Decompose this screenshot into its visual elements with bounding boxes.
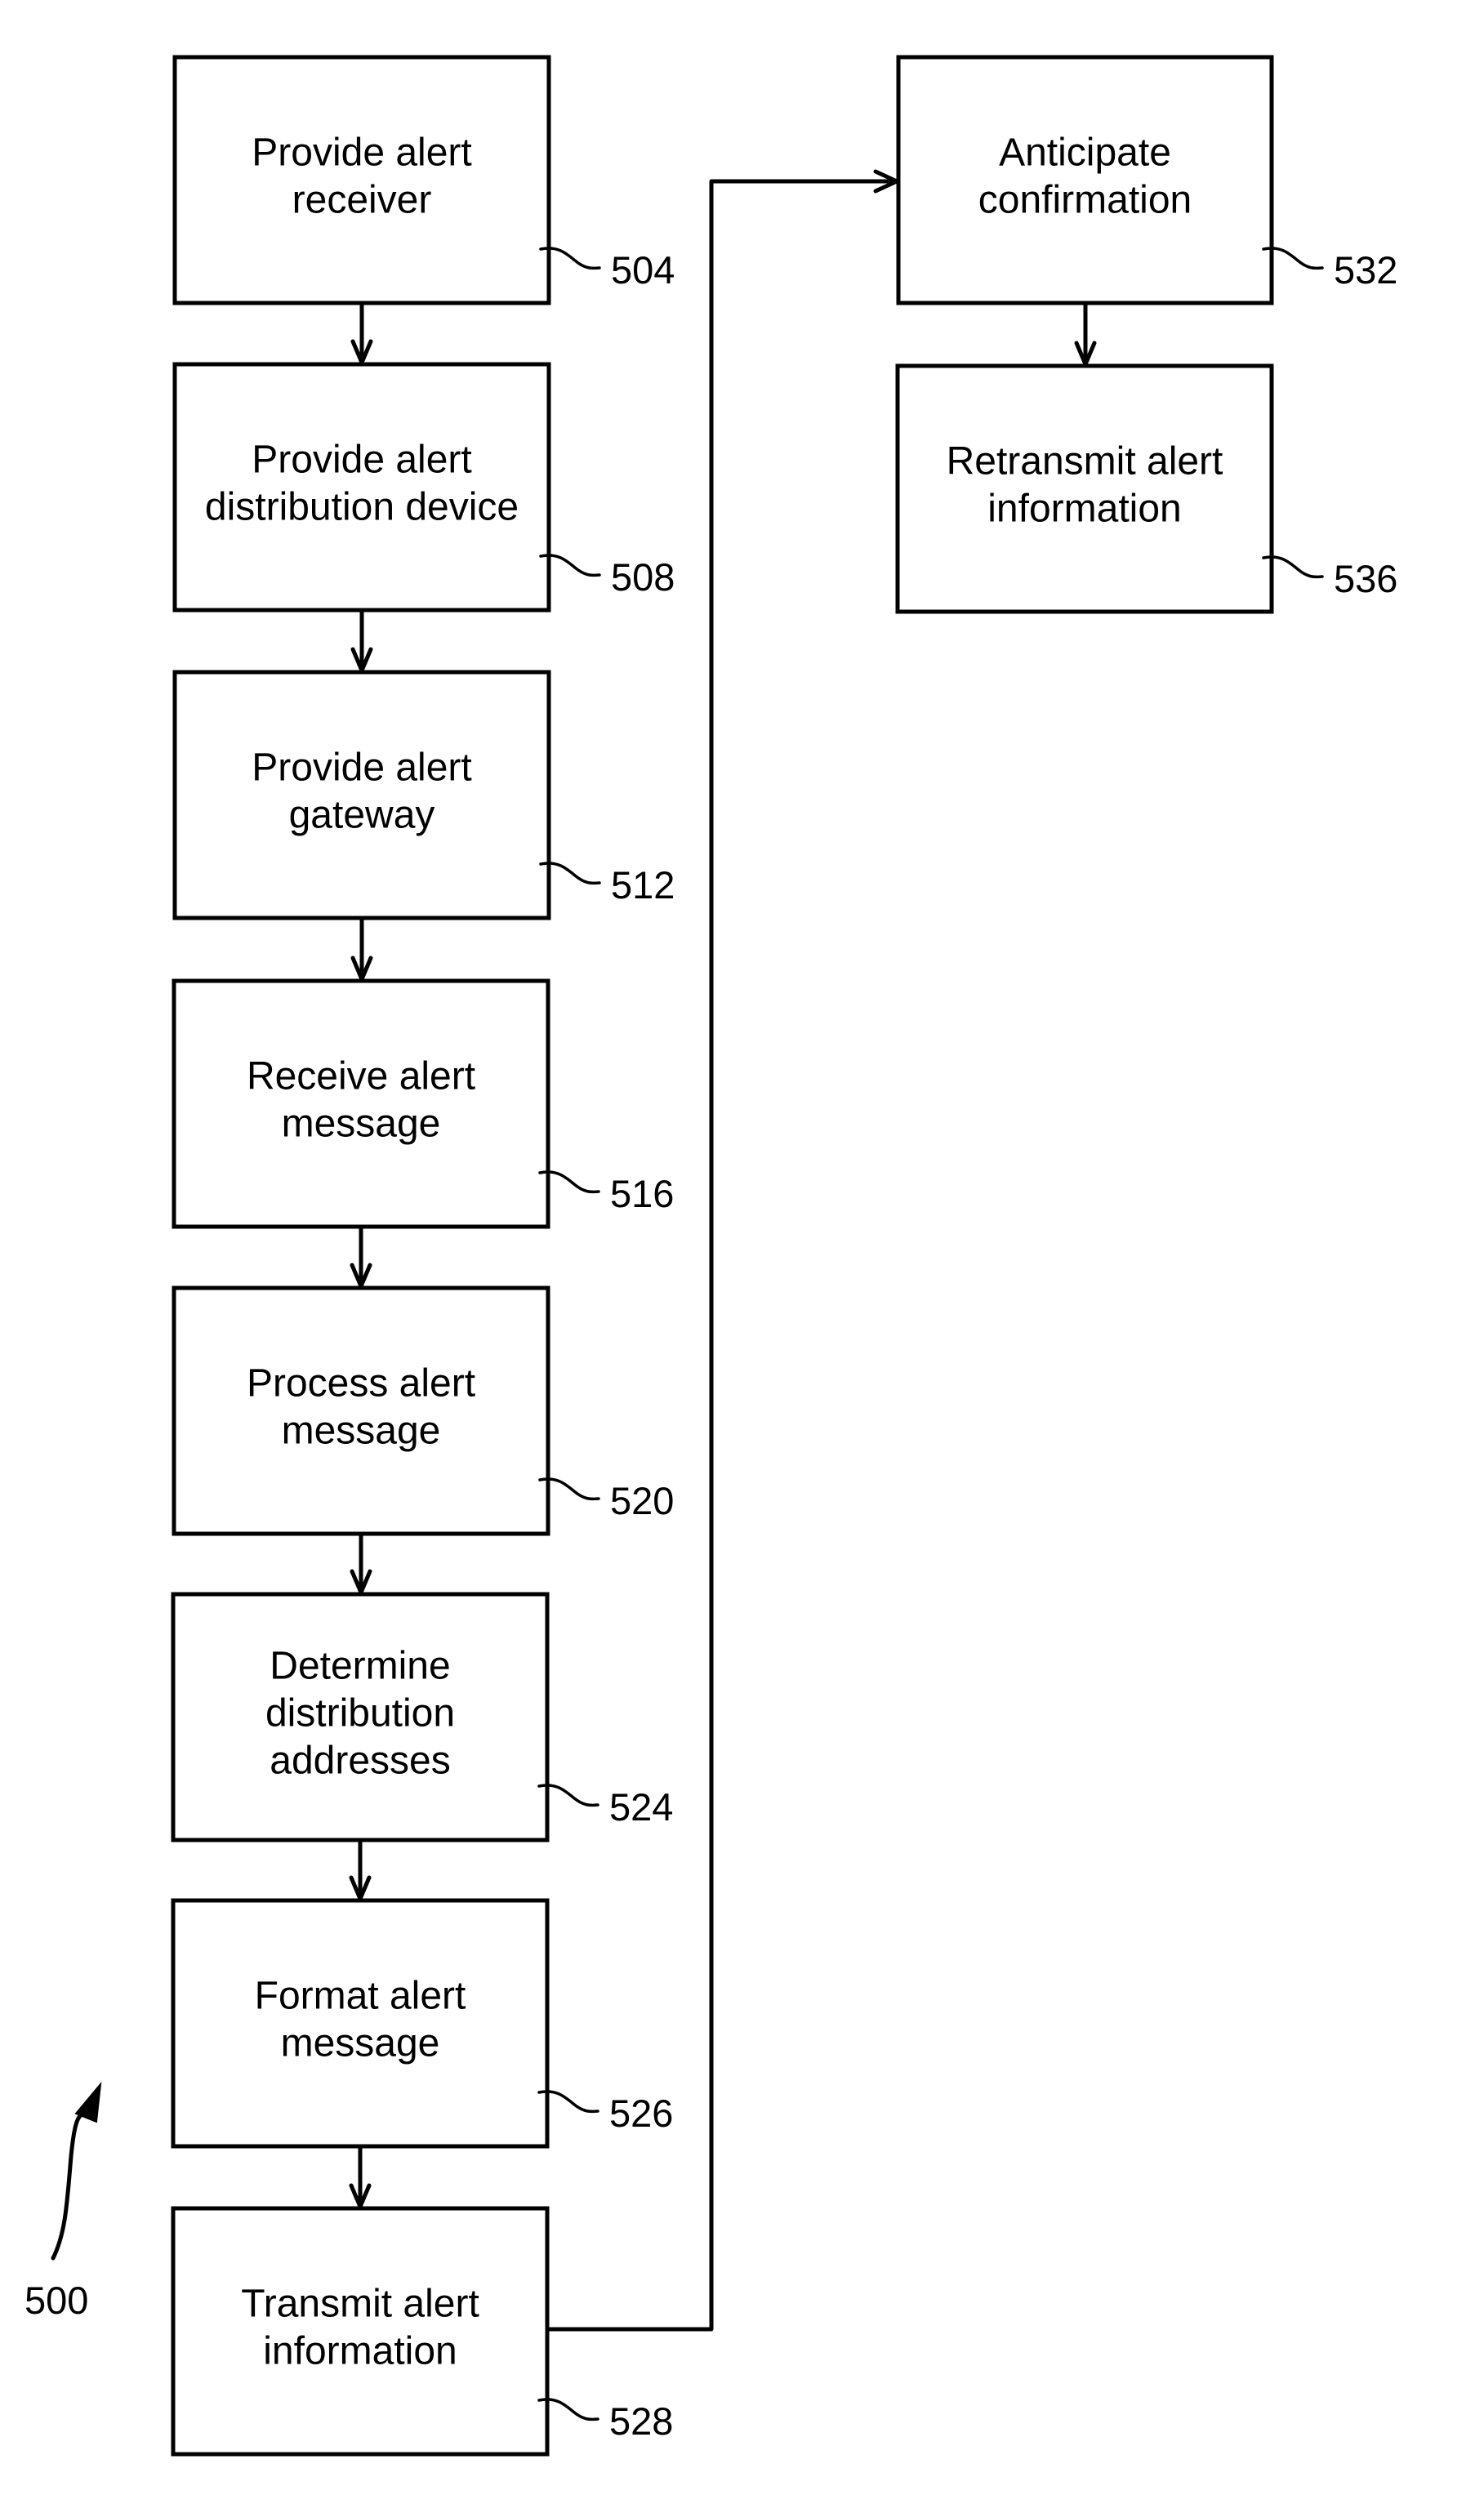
step-reference-number: 516 — [610, 1172, 674, 1215]
step-box-536: Retransmit alert information 536 — [895, 363, 1397, 614]
step-reference-number: 536 — [1334, 557, 1397, 600]
boxes-layer: Provide alertreceiver504Provide alertdis… — [171, 55, 1397, 2457]
step-box-524: Determinedistribution addresses 524 — [171, 1592, 673, 1842]
step-text-line: Transmit alert — [241, 2283, 479, 2326]
step-text-line: Anticipate — [999, 131, 1171, 175]
step-box-532: Anticipateconfirmation 532 — [896, 55, 1397, 305]
step-reference-number: 532 — [1334, 248, 1397, 292]
step-text-line: Provide alert — [252, 746, 471, 790]
step-text-line: Provide alert — [252, 439, 471, 482]
figure-reference-label: 500 — [25, 2279, 88, 2322]
step-text-line: Provide alert — [252, 131, 471, 175]
step-text-line: distribution — [265, 1692, 455, 1735]
edge-516-to-520 — [350, 1226, 372, 1292]
step-text-line: gateway — [289, 794, 435, 837]
step-reference-number: 526 — [609, 2092, 673, 2135]
edge-526-to-528 — [349, 2145, 372, 2212]
step-box-516: Receive alert message 516 — [172, 978, 674, 1229]
step-text-line: Determine — [270, 1645, 450, 1688]
step-box-520: Process alertmessage 520 — [172, 1285, 674, 1536]
step-text-line: information — [987, 488, 1181, 531]
edge-512-to-516 — [350, 917, 373, 985]
step-box-508: Provide alertdistribution device 508 — [172, 362, 675, 613]
figure-reference: 500 — [25, 2081, 102, 2322]
step-reference-number: 508 — [611, 555, 675, 599]
step-text-line: Process alert — [247, 1362, 475, 1406]
step-text-line: Retransmit alert — [947, 440, 1223, 483]
figure-reference-arrow — [51, 2111, 91, 2261]
edge-532-to-536 — [1074, 302, 1097, 370]
step-box-504: Provide alertreceiver 504 — [172, 55, 675, 305]
step-text-line: Format alert — [255, 1975, 466, 2018]
step-reference-number: 512 — [611, 863, 675, 907]
step-text-line: confirmation — [978, 179, 1192, 222]
step-text-line: information — [263, 2330, 457, 2373]
edge-524-to-526 — [349, 1839, 372, 1905]
step-text-line: message — [282, 1410, 441, 1453]
step-box-512: Provide alertgateway 512 — [172, 670, 675, 920]
edge-elbow-line — [546, 179, 899, 2332]
edge-508-to-512 — [350, 609, 373, 676]
step-text-line: message — [281, 2022, 440, 2065]
edge-520-to-524 — [350, 1533, 372, 1598]
step-reference-number: 520 — [610, 1479, 674, 1522]
step-text-line: receiver — [292, 179, 432, 222]
step-reference-number: 524 — [609, 1785, 673, 1829]
step-text-line: message — [282, 1103, 441, 1146]
step-text-line: Receive alert — [247, 1055, 475, 1098]
step-reference-number: 504 — [611, 248, 675, 292]
edge-504-to-508 — [350, 302, 373, 368]
step-box-526: Format alertmessage 526 — [171, 1898, 673, 2149]
step-reference-number: 528 — [609, 2399, 673, 2443]
flowchart-diagram: Provide alertreceiver504Provide alertdis… — [25, 55, 1397, 2457]
edge-528-to-532 — [546, 169, 902, 2332]
step-text-line: addresses — [270, 1740, 450, 1783]
step-text-line: distribution device — [205, 486, 519, 529]
